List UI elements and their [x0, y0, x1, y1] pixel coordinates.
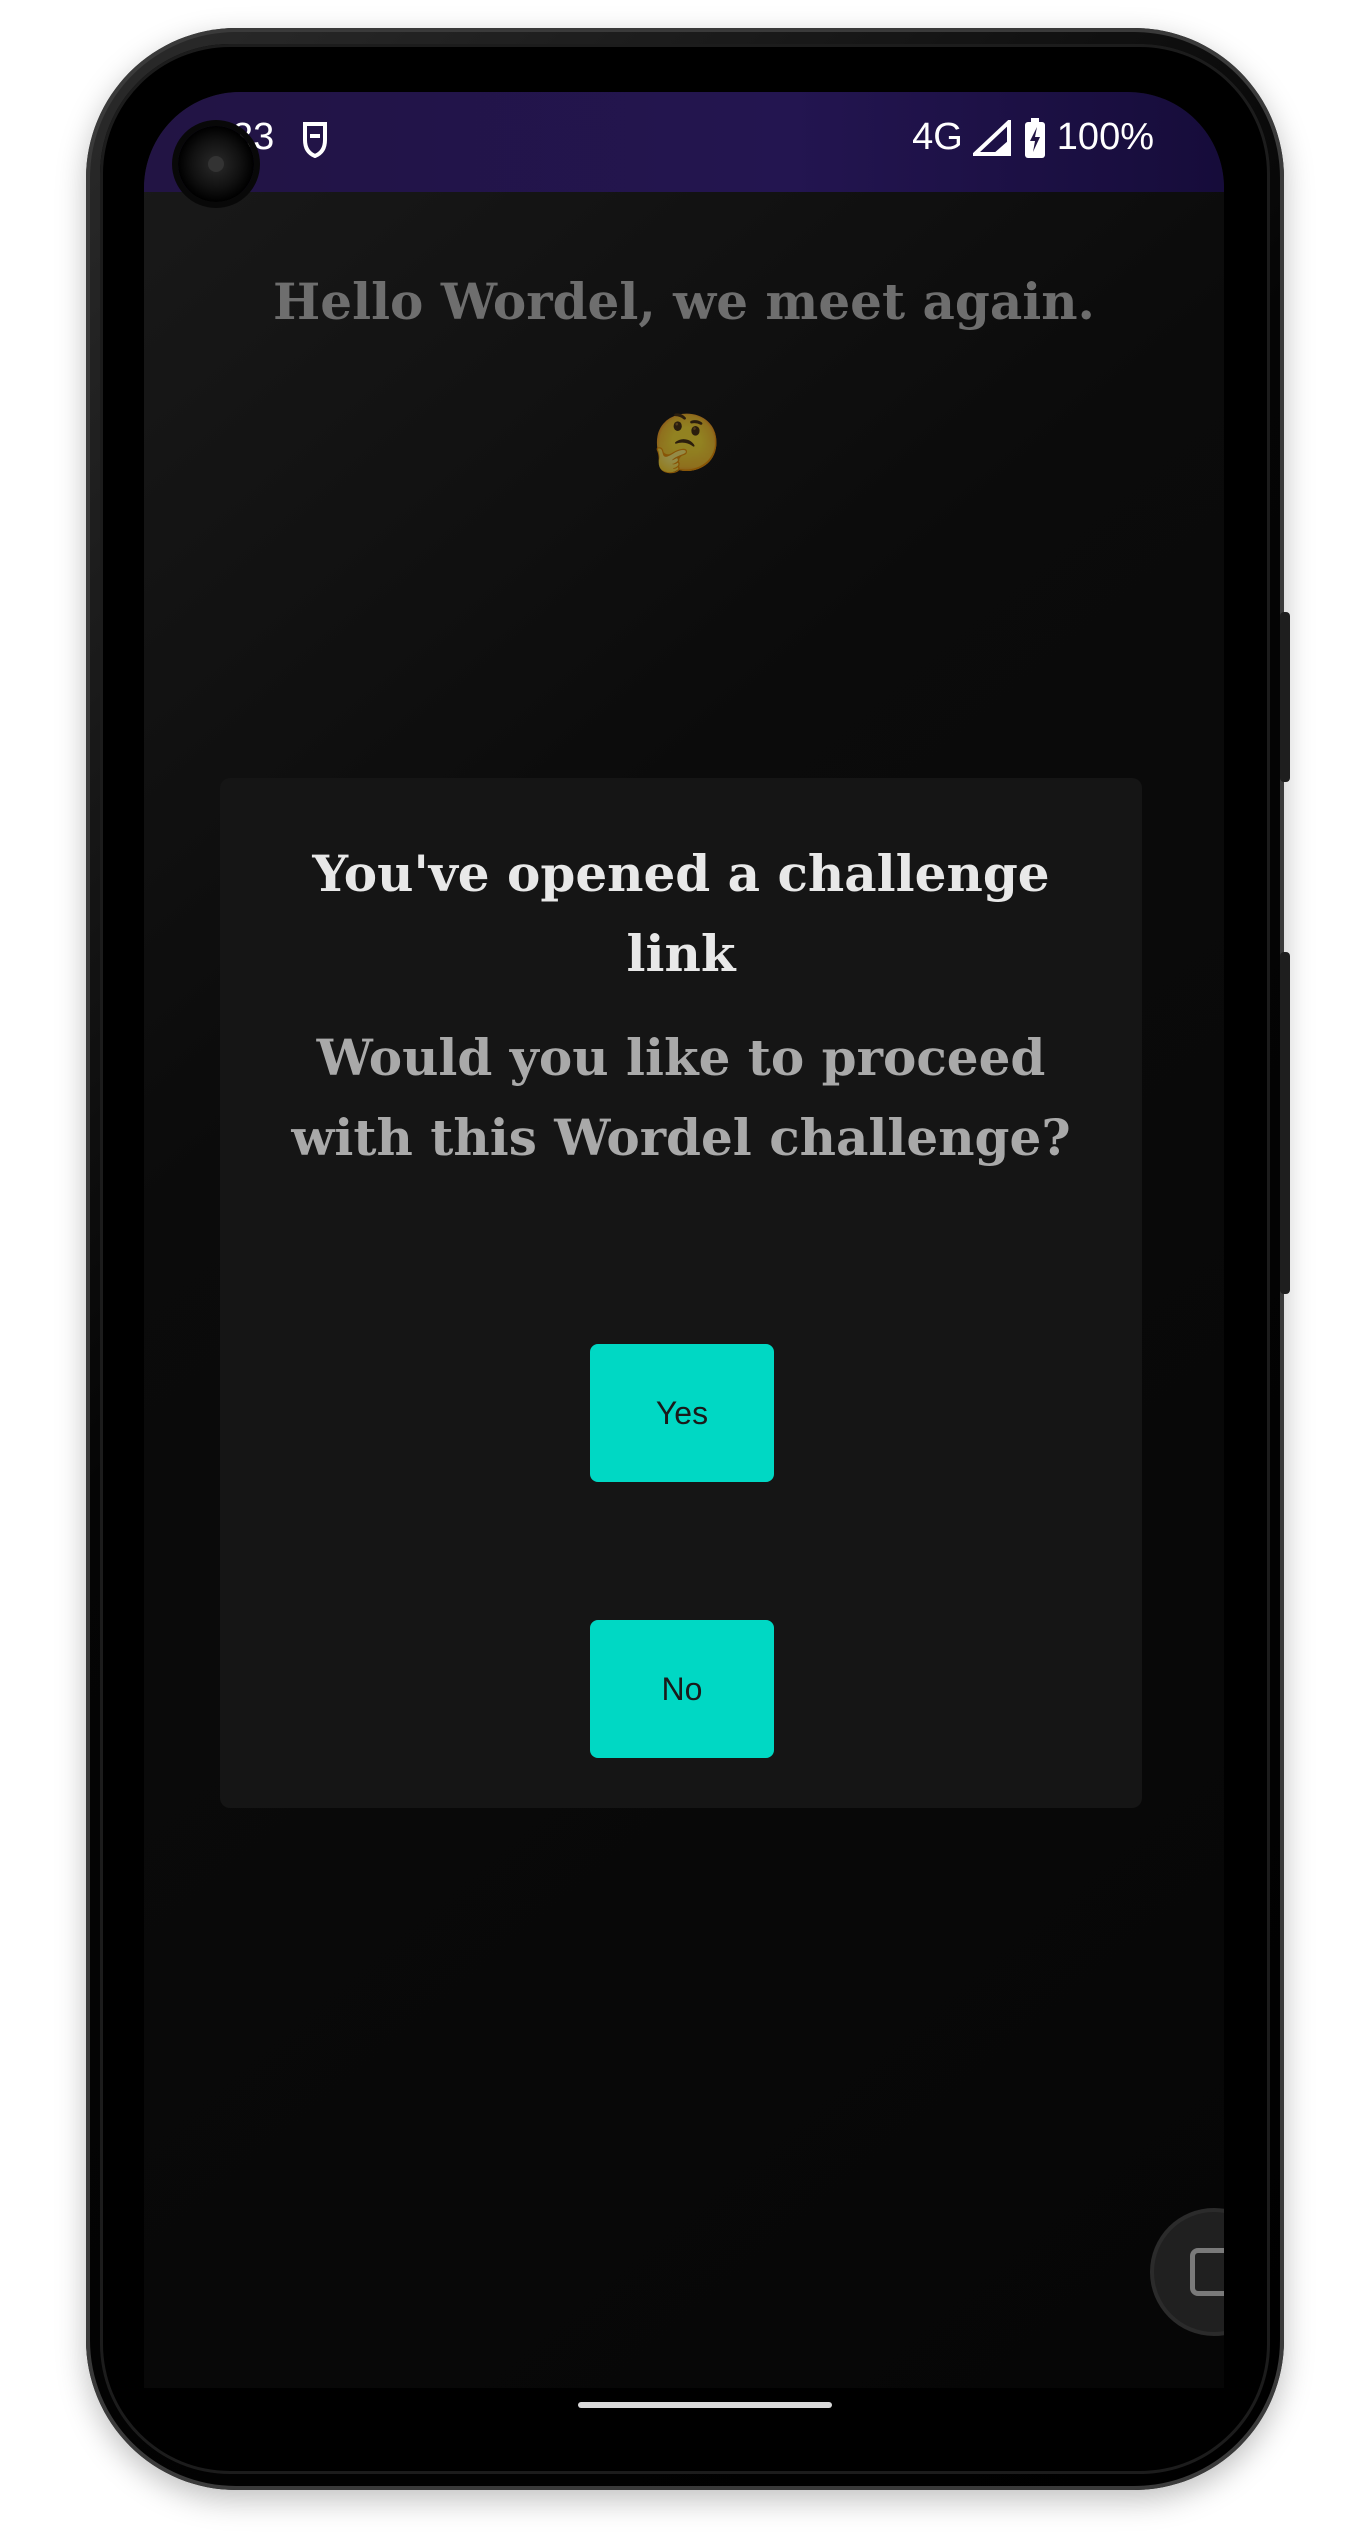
dialog-message: Would you like to proceed with this Word… [291, 1028, 1071, 1167]
screen: 33 4G 100% Hello Wordel, we meet again. … [144, 92, 1224, 2388]
floating-action-button[interactable] [1154, 2212, 1224, 2332]
yes-button[interactable]: Yes [590, 1344, 774, 1482]
network-label: 4G [912, 116, 963, 158]
battery-charging-icon [1024, 117, 1045, 158]
device-frame: 33 4G 100% Hello Wordel, we meet again. … [0, 0, 1370, 2534]
battery-percent: 100% [1056, 116, 1154, 158]
greeting-text: Hello Wordel, we meet again. [273, 272, 1095, 331]
edit-square-icon [1190, 2248, 1224, 2296]
challenge-dialog: You've opened a challenge link Would you… [220, 778, 1142, 1808]
volume-button[interactable] [1280, 952, 1290, 1294]
thinking-face-icon: 🤔 [652, 413, 722, 475]
front-camera [178, 126, 254, 202]
status-icons: 4G 100% [912, 116, 1154, 159]
dialog-title: You've opened a challenge link [312, 844, 1050, 983]
no-button[interactable]: No [590, 1620, 774, 1758]
home-indicator[interactable] [578, 2402, 832, 2408]
signal-icon [972, 119, 1011, 156]
status-bar: 33 4G 100% [144, 92, 1224, 192]
shield-icon [303, 122, 327, 158]
power-button[interactable] [1280, 612, 1290, 782]
